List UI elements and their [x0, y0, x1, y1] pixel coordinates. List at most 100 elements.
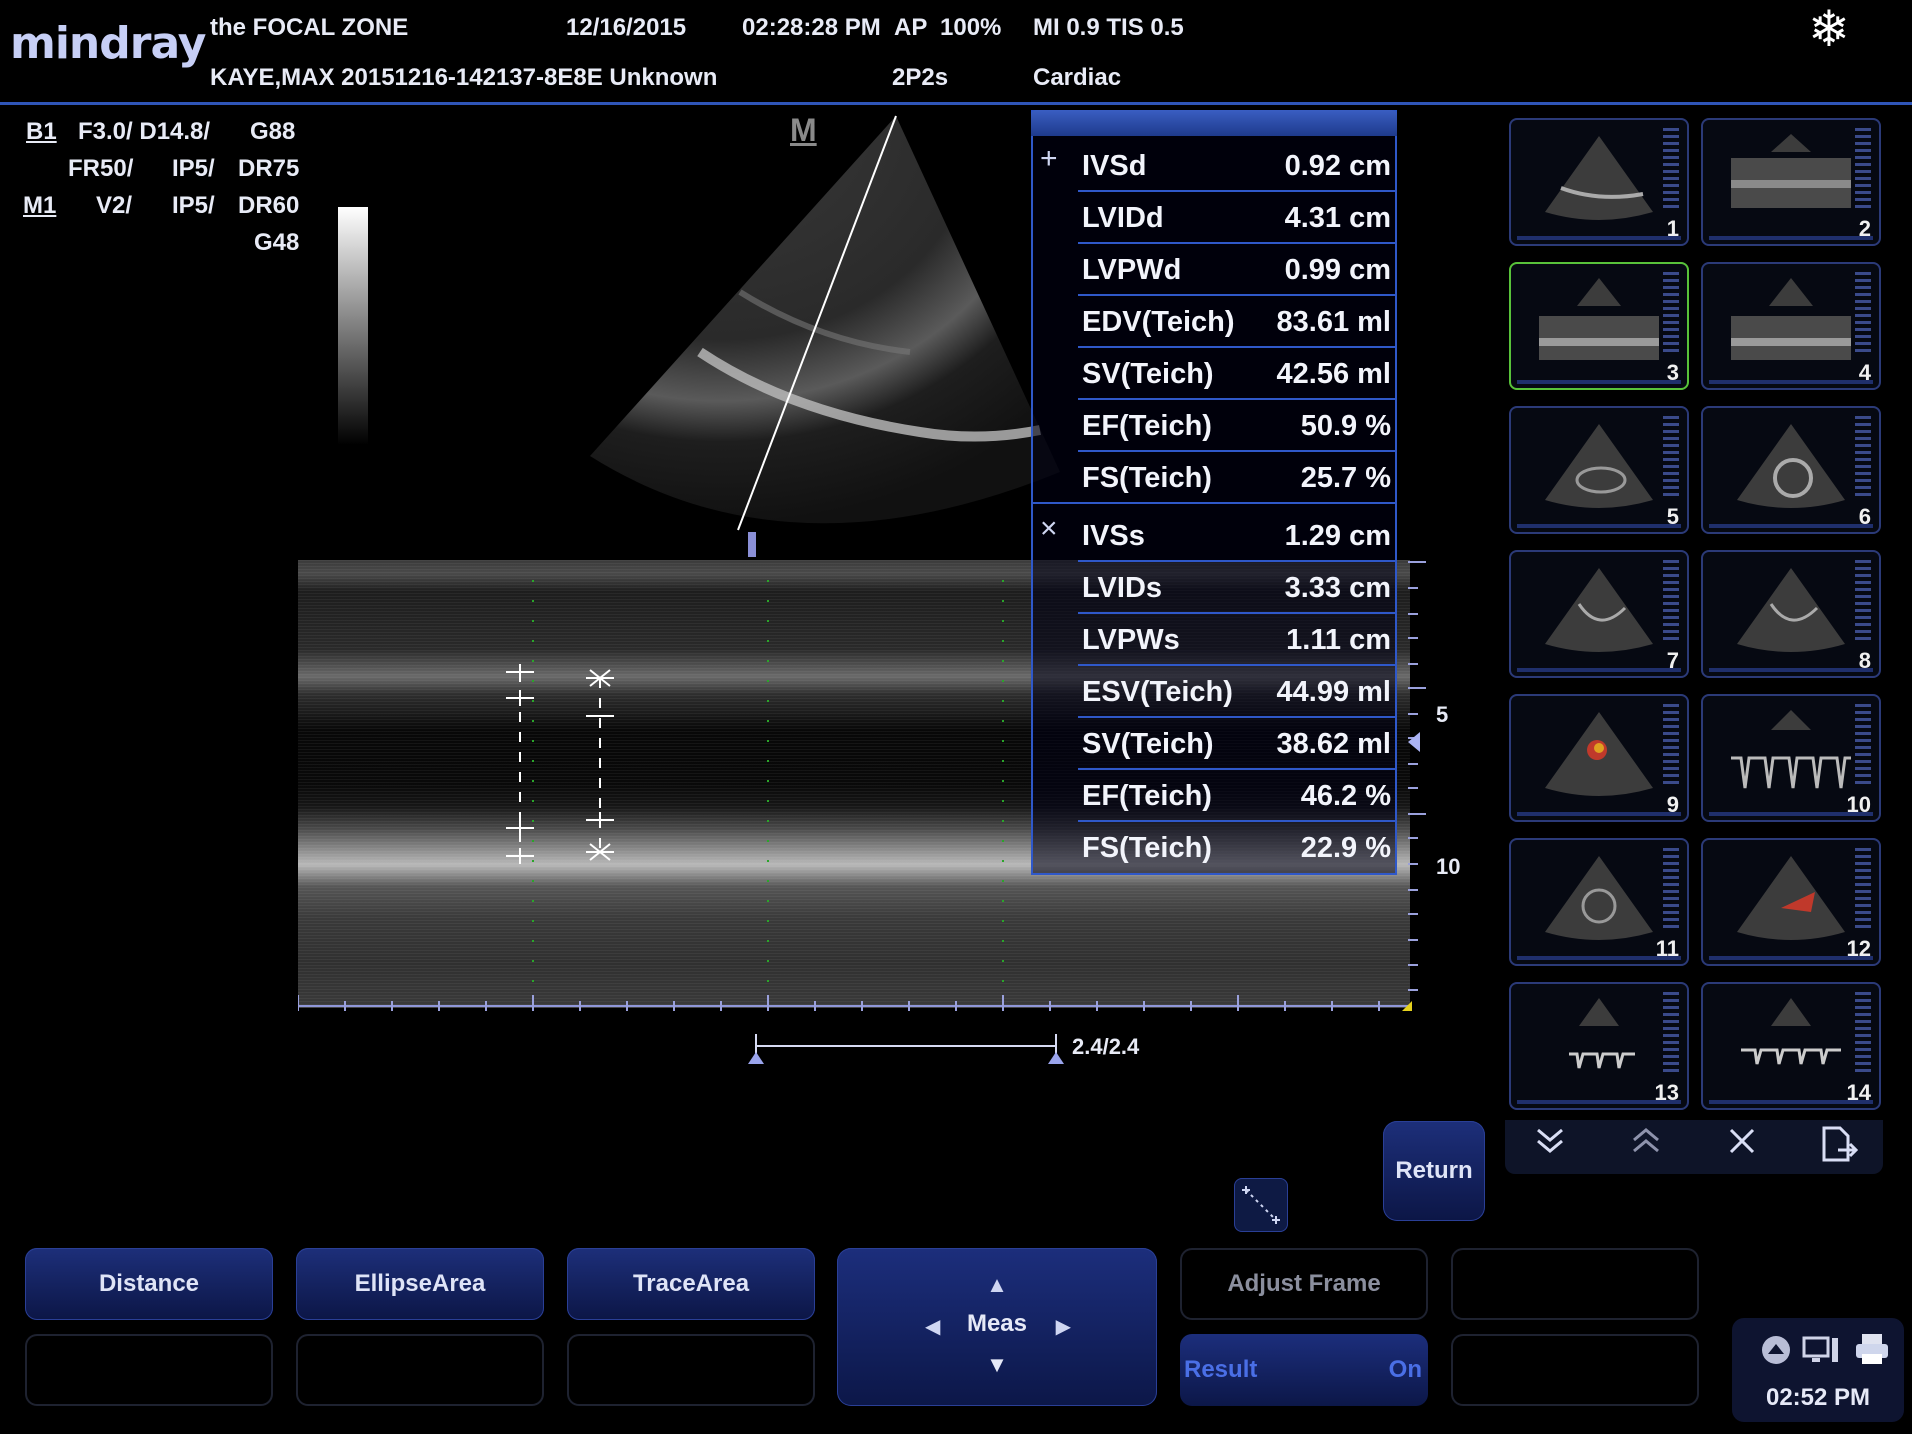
thumbnail-number: 1 [1666, 216, 1679, 241]
thumbnail-clip[interactable]: 7 [1509, 550, 1689, 678]
thumbnail-footer [1517, 812, 1681, 816]
arrow-down-icon[interactable]: ▼ [837, 1352, 1157, 1378]
exam-type: Cardiac [1033, 64, 1122, 91]
thumbnail-footer [1517, 380, 1681, 384]
thumbnail-image [1737, 856, 1845, 940]
measurement-name: EF(Teich) [1082, 410, 1212, 442]
network-icon[interactable] [1802, 1334, 1840, 1366]
printer-icon[interactable] [1852, 1330, 1892, 1368]
thumbnail-params [1855, 848, 1871, 928]
measurement-row: SV(Teich) 42.56 ml [1078, 348, 1395, 400]
measurement-row: LVIDd 4.31 cm [1078, 192, 1395, 244]
thumbnail-clip[interactable]: 1 [1509, 118, 1689, 246]
export-file-icon[interactable] [1793, 1124, 1883, 1170]
thumbnail-image [1731, 710, 1851, 789]
thumbnail-clip[interactable]: 14 [1701, 982, 1881, 1110]
measurement-name: LVPWs [1082, 624, 1180, 656]
diastole-marker-icon: + [1040, 142, 1058, 175]
thumbnail-number: 9 [1666, 792, 1679, 817]
probe-name: 2P2s [892, 64, 949, 91]
measurement-value: 83.61 ml [1276, 306, 1391, 338]
exam-time: 02:28:28 PM [742, 14, 881, 41]
return-button[interactable]: Return [1383, 1121, 1485, 1221]
empty-softkey [1451, 1248, 1699, 1320]
depth-mark-10: 10 [1436, 854, 1461, 879]
close-icon[interactable] [1697, 1124, 1787, 1170]
thumbnail-image [1731, 278, 1851, 360]
thumbnail-clip[interactable]: 8 [1701, 550, 1881, 678]
m-dynamic-range: DR60 [238, 192, 300, 219]
meas-navigation-button[interactable]: ▲ ◀ Meas ▶ ▼ [837, 1248, 1157, 1406]
thumbnail-number: 4 [1858, 360, 1871, 385]
measurement-name: IVSd [1082, 150, 1147, 182]
thumbnail-number: 13 [1654, 1080, 1679, 1105]
thumbnail-image [1545, 856, 1653, 940]
thumbnail-number: 5 [1666, 504, 1679, 529]
thumbnail-number: 2 [1858, 216, 1871, 241]
thumbnail-clip[interactable]: 4 [1701, 262, 1881, 390]
thumbnail-number: 14 [1846, 1080, 1871, 1105]
snowflake-icon[interactable]: ❄ [1808, 0, 1850, 58]
b-ip: IP5/ [172, 155, 215, 182]
measurement-value: 44.99 ml [1276, 676, 1391, 708]
thumbnail-clip[interactable]: 5 [1509, 406, 1689, 534]
measurement-row: EDV(Teich) 83.61 ml [1078, 296, 1395, 348]
adjust-frame-button[interactable]: Adjust Frame [1180, 1248, 1428, 1320]
thumbnail-params [1663, 416, 1679, 496]
thumbnail-params [1663, 704, 1679, 784]
thumbnail-clip[interactable]: 13 [1509, 982, 1689, 1110]
thumbnail-number: 12 [1846, 936, 1871, 961]
distance-button[interactable]: Distance [25, 1248, 273, 1320]
m-line-label: M [790, 112, 817, 148]
measurement-row: FS(Teich) 25.7 % [1033, 452, 1395, 504]
measurement-value: 38.62 ml [1276, 728, 1391, 760]
thumbnail-clip-selected[interactable]: 3 [1509, 262, 1689, 390]
measurement-value: 0.92 cm [1284, 150, 1391, 182]
measurement-row: SV(Teich) 38.62 ml [1078, 718, 1395, 770]
thumbnail-image [1545, 136, 1653, 220]
thumbnail-image [1539, 278, 1659, 360]
thumbnail-params [1855, 992, 1871, 1072]
measurement-row: ESV(Teich) 44.99 ml [1078, 666, 1395, 718]
system-clock: 02:52 PM [1765, 1384, 1871, 1411]
measurement-value: 3.33 cm [1284, 572, 1391, 604]
measurement-row: FS(Teich) 22.9 % [1078, 822, 1395, 872]
double-chevron-up-icon[interactable] [1601, 1124, 1691, 1170]
thumbnail-clip[interactable]: 11 [1509, 838, 1689, 966]
results-panel-titlebar[interactable] [1031, 110, 1397, 136]
result-toggle-button[interactable]: Result On [1180, 1334, 1428, 1406]
thumbnail-clip[interactable]: 6 [1701, 406, 1881, 534]
m-ip: IP5/ [172, 192, 215, 219]
header-divider [0, 102, 1912, 105]
b-freq-depth: F3.0/ D14.8/ [78, 118, 211, 145]
sweep-scale [748, 1034, 1064, 1064]
thumbnail-clip[interactable]: 2 [1701, 118, 1881, 246]
thumbnail-clip[interactable]: 9 [1509, 694, 1689, 822]
thumbnail-footer [1709, 524, 1873, 528]
mindray-logo: mindray [10, 18, 206, 69]
thumbnail-number: 3 [1666, 360, 1679, 385]
empty-softkey [25, 1334, 273, 1406]
systole-marker-icon: × [1040, 512, 1058, 545]
m-gain: G48 [254, 229, 300, 256]
measurement-value: 22.9 % [1300, 832, 1391, 864]
thumbnail-footer [1517, 524, 1681, 528]
trace-area-button[interactable]: TraceArea [567, 1248, 815, 1320]
exam-date: 12/16/2015 [566, 14, 687, 41]
arrow-right-icon[interactable]: ▶ [1056, 1314, 1071, 1339]
thumbnail-footer [1709, 380, 1873, 384]
result-label: Result [1184, 1356, 1258, 1383]
result-state: On [1388, 1356, 1422, 1383]
measurement-value: 50.9 % [1300, 410, 1391, 442]
double-chevron-down-icon[interactable] [1505, 1124, 1595, 1170]
ellipse-area-button[interactable]: EllipseArea [296, 1248, 544, 1320]
measurement-name: SV(Teich) [1082, 728, 1214, 760]
eject-icon[interactable] [1760, 1334, 1792, 1366]
caliper-icon[interactable] [1234, 1178, 1288, 1232]
measurement-row: LVIDs 3.33 cm [1078, 562, 1395, 614]
thumbnail-clip[interactable]: 12 [1701, 838, 1881, 966]
thumbnail-clip[interactable]: 10 [1701, 694, 1881, 822]
measurement-name: FS(Teich) [1082, 462, 1212, 494]
empty-softkey [567, 1334, 815, 1406]
arrow-up-icon[interactable]: ▲ [837, 1272, 1157, 1298]
